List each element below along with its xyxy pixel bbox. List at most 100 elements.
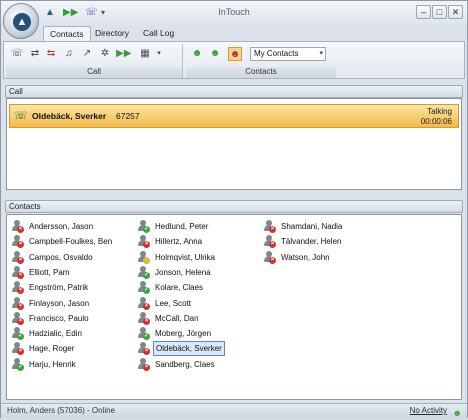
contact-item[interactable]: × Francisco, Paulo — [11, 311, 135, 326]
presence-status-icon: × — [269, 256, 276, 264]
contact-avatar-icon: × — [11, 265, 24, 279]
presence-status-icon: × — [17, 348, 24, 356]
app-menu-button[interactable]: ▲ — [3, 3, 39, 39]
contact-avatar-icon: × — [137, 342, 150, 356]
presence-status-icon: ✓ — [143, 226, 150, 233]
presence-status-icon: · — [143, 256, 150, 264]
contact-name: Hillertz, Anna — [155, 237, 203, 247]
contact-item[interactable]: × Sandberg, Claes — [137, 357, 261, 372]
presence-status-icon: × — [269, 241, 276, 249]
contact-name: Watson, John — [281, 252, 330, 262]
presence-status-icon: × — [143, 317, 150, 325]
contact-item[interactable]: × Tälvander, Helen — [263, 234, 387, 249]
phone-dial-icon[interactable]: ☏ — [10, 47, 24, 61]
intouch-window: ▲ ▶▶ ☏ ▾ InTouch – □ ✕ ▲ Contacts Direct… — [0, 0, 468, 418]
contact-item[interactable]: × Lee, Scott — [137, 296, 261, 311]
contact-name: McCall, Dan — [155, 313, 199, 323]
presence-status-icon: ✓ — [143, 333, 150, 341]
close-button[interactable]: ✕ — [448, 5, 463, 19]
presence-status-icon: × — [143, 348, 150, 356]
contact-item[interactable]: ✓ Kolare, Claes — [137, 280, 261, 295]
tab-contacts[interactable]: Contacts — [43, 26, 91, 41]
contact-item[interactable]: ✓ Harju, Henrik — [11, 357, 135, 372]
contact-item[interactable]: · Holmqvist, Ulrika — [137, 250, 261, 265]
contact-item[interactable]: × Elliott, Pam — [11, 265, 135, 280]
contact-item[interactable]: × Andersson, Jason — [11, 219, 135, 234]
tab-call-log[interactable]: Call Log — [137, 26, 180, 41]
conference-icon[interactable]: ♫ — [62, 47, 76, 61]
contact-item[interactable]: × Watson, John — [263, 250, 387, 265]
contact-item[interactable]: ✓ Hedlund, Peter — [137, 219, 261, 234]
contact-item[interactable]: ✓ Jonson, Helena — [137, 265, 261, 280]
contact-avatar-icon: × — [137, 357, 150, 371]
contact-item[interactable]: × Engström, Patrik — [11, 280, 135, 295]
contact-name: Oldebäck, Sverker — [153, 341, 225, 357]
add-contact-icon[interactable]: ☻ — [190, 47, 204, 61]
transfer-icon[interactable]: ⇄ — [28, 47, 42, 61]
phone-active-icon: ☏ — [14, 110, 28, 122]
call-duration: 00:00:06 — [420, 117, 452, 126]
call-party-name: Oldebäck, Sverker — [32, 111, 107, 121]
presence-status-icon: ✓ — [143, 271, 150, 279]
tab-directory[interactable]: Directory — [89, 26, 135, 41]
ribbon-group-call: ☏ ⇄ ⇆ ♫ ↗ ✲ ▶▶ ▦ ▾ Call — [6, 44, 183, 78]
contact-avatar-icon: ✓ — [137, 327, 150, 341]
contact-avatar-icon: × — [137, 235, 150, 249]
contact-name: Engström, Patrik — [29, 283, 89, 293]
contact-name: Elliott, Pam — [29, 267, 70, 277]
call-status: Talking — [427, 107, 452, 116]
activity-link[interactable]: No Activity — [410, 404, 447, 418]
contact-item[interactable]: × Shamdani, Nadia — [263, 219, 387, 234]
contacts-filter-dropdown[interactable]: My Contacts ▾ — [250, 47, 326, 61]
contact-avatar-icon: ✓ — [11, 327, 24, 341]
hold-icon[interactable]: ⇆ — [44, 47, 58, 61]
call-panel: ☏ Oldebäck, Sverker 67257 Talking 00:00:… — [6, 98, 462, 190]
contact-avatar-icon: ✓ — [137, 265, 150, 279]
presence-status-icon: × — [143, 302, 150, 310]
contact-item[interactable]: × Finlayson, Jason — [11, 296, 135, 311]
keypad-dropdown-icon[interactable]: ▾ — [152, 47, 166, 61]
contacts-panel: × Andersson, Jason × Campbell-Foulkes, Ben ×… — [6, 214, 462, 400]
presence-status-icon: × — [17, 241, 24, 249]
contact-name: Hadzialic, Edin — [29, 329, 82, 339]
keypad-icon[interactable]: ▦ — [138, 47, 152, 61]
window-title: InTouch — [218, 7, 250, 17]
contact-avatar-icon: × — [137, 296, 150, 310]
contact-item[interactable]: × Campbell-Foulkes, Ben — [11, 234, 135, 249]
presence-status-icon: ✓ — [143, 287, 150, 295]
edit-contact-icon[interactable]: ☻ — [208, 47, 222, 61]
contact-item[interactable]: × McCall, Dan — [137, 311, 261, 326]
contact-avatar-icon: × — [11, 250, 24, 264]
contact-name: Finlayson, Jason — [29, 298, 90, 308]
presence-status-icon: ✓ — [17, 333, 24, 341]
presence-status-icon: × — [17, 302, 24, 310]
contact-item[interactable]: × Oldebäck, Sverker — [137, 341, 261, 357]
presence-status-icon: × — [143, 241, 150, 249]
contacts-section-header: Contacts — [5, 200, 463, 213]
contact-item[interactable]: × Campos, Osvaldo — [11, 250, 135, 265]
contact-item[interactable]: ✓ Moberg, Jörgen — [137, 326, 261, 341]
contact-avatar-icon: × — [11, 235, 24, 249]
contact-avatar-icon: × — [11, 311, 24, 325]
forward-icon[interactable]: ↗ — [80, 47, 94, 61]
play-icon[interactable]: ▶▶ — [116, 47, 131, 61]
redial-icon[interactable]: ✲ — [98, 47, 112, 61]
contact-name: Francisco, Paulo — [29, 313, 89, 323]
contact-avatar-icon: ✓ — [137, 220, 150, 233]
contact-name: Jonson, Helena — [155, 267, 211, 277]
active-call-row[interactable]: ☏ Oldebäck, Sverker 67257 Talking 00:00:… — [9, 104, 459, 128]
call-section-header: Call — [5, 85, 463, 98]
user-status-text: Holm, Anders (57036) - Online — [7, 406, 116, 415]
presence-status-icon: × — [269, 226, 276, 233]
minimize-button[interactable]: – — [416, 5, 431, 19]
presence-status-icon: × — [17, 256, 24, 264]
contact-item[interactable]: × Hillertz, Anna — [137, 234, 261, 249]
maximize-button[interactable]: □ — [432, 5, 447, 19]
presence-status-icon: × — [17, 271, 24, 279]
presence-status-icon: × — [17, 317, 24, 325]
contact-item[interactable]: × Hage, Roger — [11, 341, 135, 356]
contact-item[interactable]: ✓ Hadzialic, Edin — [11, 326, 135, 341]
filter-contacts-icon[interactable]: ☻ — [228, 47, 242, 61]
contact-avatar-icon: × — [263, 235, 276, 249]
contact-name: Harju, Henrik — [29, 359, 76, 369]
